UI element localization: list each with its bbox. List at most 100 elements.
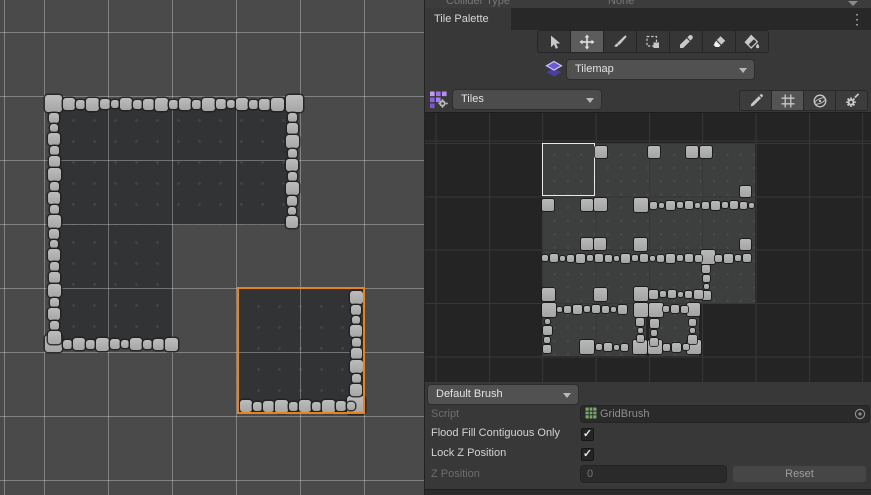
- tile-sprite: [677, 255, 683, 261]
- tile-sprite: [650, 319, 659, 328]
- tool-box-fill-button[interactable]: [637, 31, 670, 52]
- tile-sprite: [649, 290, 658, 299]
- gridbrush-script-icon: [585, 407, 597, 424]
- reset-button[interactable]: Reset: [733, 466, 866, 482]
- tile-sprite: [735, 255, 741, 261]
- tile-sprite: [50, 182, 59, 191]
- tile-sprite: [701, 250, 715, 264]
- tile-sprite: [63, 98, 75, 110]
- tool-gizmos-button[interactable]: [804, 91, 836, 110]
- active-tilemap-dropdown[interactable]: Tilemap: [567, 60, 754, 79]
- tile-sprite: [650, 202, 657, 209]
- tile-sprite: [666, 201, 675, 210]
- tile-sprite: [543, 326, 552, 335]
- tile-sprite: [133, 100, 142, 109]
- palette-dropdown[interactable]: Tiles: [453, 90, 601, 109]
- tile-sprite: [690, 328, 695, 333]
- tile-sprite: [740, 239, 751, 250]
- z-position-label: Z Position: [431, 468, 480, 480]
- chevron-down-icon: [563, 393, 571, 402]
- tile-sprite: [743, 254, 751, 262]
- tool-edit-button[interactable]: [740, 91, 772, 110]
- kebab-menu-icon[interactable]: [850, 10, 864, 28]
- tool-erase-button[interactable]: [703, 31, 736, 52]
- flood-fill-checkbox[interactable]: [581, 428, 594, 441]
- tile-sprite: [685, 201, 693, 209]
- cursor-icon: [546, 34, 562, 50]
- tile-sprite: [542, 199, 554, 211]
- tile-sprite: [576, 254, 585, 263]
- tile-palette-panel: Collider Type None Tile Palette Tilemap …: [424, 0, 871, 495]
- tile-sprite: [48, 133, 60, 145]
- tab-tile-palette[interactable]: Tile Palette: [425, 8, 511, 30]
- tool-settings-button[interactable]: [836, 91, 867, 110]
- tile-sprite: [550, 254, 558, 262]
- tool-paint-button[interactable]: [604, 31, 637, 52]
- tile-sprite: [567, 255, 574, 262]
- tile-sprite: [637, 335, 644, 342]
- tile-sprite: [49, 272, 60, 283]
- tile-sprite: [604, 343, 612, 351]
- tile-sprite: [545, 319, 550, 324]
- tile-sprite: [594, 238, 606, 250]
- tile-sprite: [715, 255, 722, 262]
- palette-option-buttons: [739, 90, 868, 111]
- tile-sprite: [86, 98, 99, 111]
- tile-sprite: [634, 238, 647, 251]
- tile-sprite: [179, 98, 191, 110]
- tile-sprite: [216, 99, 226, 109]
- tile-sprite: [63, 340, 72, 349]
- tile-sprite: [48, 249, 60, 261]
- move-icon: [579, 34, 595, 50]
- tile-sprite: [121, 340, 129, 348]
- tile-sprite: [660, 291, 666, 297]
- tool-grid-button[interactable]: [772, 91, 804, 110]
- tile-sprite: [594, 198, 607, 211]
- brush-selection-outline: [237, 287, 365, 414]
- tile-sprite: [657, 255, 664, 262]
- tool-flood-fill-button[interactable]: [736, 31, 768, 52]
- tile-sprite: [49, 229, 59, 239]
- tile-sprite: [48, 331, 61, 344]
- tile-sprite: [634, 303, 648, 317]
- selected-tile-cell[interactable]: [542, 143, 595, 196]
- tile-sprite: [48, 168, 61, 181]
- scene-view[interactable]: [0, 0, 424, 495]
- tile-sprite: [249, 100, 258, 109]
- tile-sprite: [638, 328, 643, 333]
- palette-grid-area[interactable]: [425, 112, 871, 382]
- z-position-field[interactable]: 0: [581, 466, 726, 482]
- tile-sprite: [730, 201, 738, 209]
- tool-pick-button[interactable]: [670, 31, 703, 52]
- tile-sprite: [581, 199, 593, 211]
- object-picker-icon[interactable]: [854, 408, 866, 425]
- tile-sprite: [685, 254, 693, 262]
- tile-sprite: [120, 98, 132, 110]
- tool-move-button[interactable]: [571, 31, 604, 52]
- tile-sprite: [542, 303, 556, 317]
- tile-sprite: [688, 335, 697, 344]
- gear-icon: [844, 93, 860, 109]
- lock-z-checkbox[interactable]: [581, 448, 594, 461]
- script-object-field: GridBrush: [581, 406, 869, 422]
- tile-sprite: [634, 198, 648, 212]
- tile-sprite: [288, 149, 297, 158]
- tile-sprite: [711, 201, 720, 210]
- tile-sprite: [100, 99, 110, 109]
- brush-dropdown-value: Default Brush: [436, 388, 503, 400]
- tool-select-button[interactable]: [538, 31, 571, 52]
- tile-sprite: [587, 255, 593, 261]
- tilemap-icon: [545, 60, 563, 78]
- tile-sprite: [695, 255, 702, 262]
- sphere-icon: [812, 93, 828, 109]
- tile-sprite: [155, 98, 168, 111]
- lock-z-label: Lock Z Position: [431, 447, 506, 459]
- tile-sprite: [580, 340, 594, 354]
- brush-dropdown[interactable]: Default Brush: [428, 385, 578, 404]
- tile-sprite: [143, 340, 152, 349]
- tile-sprite: [749, 203, 754, 208]
- tile-sprite: [621, 344, 628, 351]
- tile-sprite: [288, 207, 296, 215]
- tile-sprite: [636, 318, 644, 326]
- tile-sprite: [740, 186, 751, 197]
